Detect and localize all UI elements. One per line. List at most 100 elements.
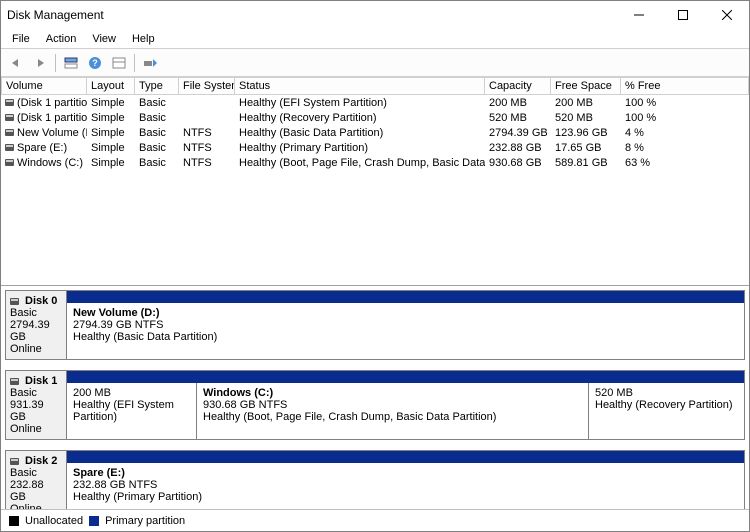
disk-state: Online: [10, 343, 62, 355]
disk-info[interactable]: Disk 0Basic2794.39 GBOnline: [5, 290, 67, 360]
disk-blocks: 200 MBHealthy (EFI System Partition)Wind…: [67, 370, 745, 440]
partition-status: Healthy (Recovery Partition): [595, 399, 738, 411]
cell-pct: 8 %: [621, 142, 749, 154]
disk-blocks: Spare (E:)232.88 GB NTFSHealthy (Primary…: [67, 450, 745, 509]
partition-title: Spare (E:): [73, 467, 651, 479]
settings-view-button[interactable]: [108, 52, 130, 74]
disk-type: Basic: [10, 387, 62, 399]
col-volume[interactable]: Volume: [1, 77, 87, 95]
cell-type: Basic: [135, 142, 179, 154]
disk-info[interactable]: Disk 2Basic232.88 GBOnline: [5, 450, 67, 509]
menu-file[interactable]: File: [5, 31, 37, 47]
cell-type: Basic: [135, 157, 179, 169]
menu-help[interactable]: Help: [125, 31, 162, 47]
disk-name: Disk 1: [25, 375, 57, 387]
partition-sub: 200 MB: [73, 387, 190, 399]
cell-type: Basic: [135, 97, 179, 109]
volume-icon: [5, 144, 14, 151]
cell-free: 200 MB: [551, 97, 621, 109]
disk-size: 931.39 GB: [10, 399, 62, 423]
menu-view[interactable]: View: [85, 31, 123, 47]
cell-capacity: 2794.39 GB: [485, 127, 551, 139]
col-filesystem[interactable]: File System: [179, 77, 235, 95]
cell-pct: 63 %: [621, 157, 749, 169]
close-button[interactable]: [705, 1, 749, 29]
col-status[interactable]: Status: [235, 77, 485, 95]
action-button[interactable]: [139, 52, 161, 74]
cell-type: Basic: [135, 112, 179, 124]
partition-block[interactable]: Windows (C:)930.68 GB NTFSHealthy (Boot,…: [197, 383, 589, 439]
cell-free: 123.96 GB: [551, 127, 621, 139]
menu-bar: File Action View Help: [1, 29, 749, 49]
cell-type: Basic: [135, 127, 179, 139]
disk-icon: [10, 298, 19, 305]
cell-capacity: 930.68 GB: [485, 157, 551, 169]
cell-status: Healthy (EFI System Partition): [235, 97, 485, 109]
back-button[interactable]: [5, 52, 27, 74]
volume-row[interactable]: New Volume (D:)SimpleBasicNTFSHealthy (B…: [1, 125, 749, 140]
cell-pct: 100 %: [621, 97, 749, 109]
cell-pct: 100 %: [621, 112, 749, 124]
disk-name: Disk 0: [25, 295, 57, 307]
volume-list: Volume Layout Type File System Status Ca…: [1, 77, 749, 286]
svg-text:?: ?: [92, 58, 98, 68]
cell-status: Healthy (Boot, Page File, Crash Dump, Ba…: [235, 157, 485, 169]
volume-list-header: Volume Layout Type File System Status Ca…: [1, 77, 749, 95]
volume-row[interactable]: (Disk 1 partition 1)SimpleBasic Healthy (…: [1, 95, 749, 110]
disk-type: Basic: [10, 467, 62, 479]
legend-swatch-unallocated: [9, 516, 19, 526]
cell-fs: NTFS: [179, 142, 235, 154]
maximize-button[interactable]: [661, 1, 705, 29]
menu-action[interactable]: Action: [39, 31, 84, 47]
col-pctfree[interactable]: % Free: [621, 77, 749, 95]
toolbar-separator: [55, 54, 56, 72]
col-capacity[interactable]: Capacity: [485, 77, 551, 95]
partition-sub: 930.68 GB NTFS: [203, 399, 582, 411]
minimize-button[interactable]: [617, 1, 661, 29]
graphical-view: Disk 0Basic2794.39 GBOnlineNew Volume (D…: [1, 286, 749, 509]
partition-block[interactable]: Spare (E:)232.88 GB NTFSHealthy (Primary…: [67, 463, 657, 509]
cell-volume: (Disk 1 partition 1): [1, 97, 87, 109]
disk-size: 2794.39 GB: [10, 319, 62, 343]
cell-capacity: 232.88 GB: [485, 142, 551, 154]
partition-sub: 2794.39 GB NTFS: [73, 319, 738, 331]
partition-block[interactable]: 200 MBHealthy (EFI System Partition): [67, 383, 197, 439]
cell-free: 520 MB: [551, 112, 621, 124]
title-bar[interactable]: Disk Management: [1, 1, 749, 29]
volume-icon: [5, 129, 14, 136]
partition-block[interactable]: 520 MBHealthy (Recovery Partition): [589, 383, 744, 439]
cell-volume: Windows (C:): [1, 157, 87, 169]
legend-label-unallocated: Unallocated: [25, 515, 83, 527]
legend-swatch-primary: [89, 516, 99, 526]
partition-block[interactable]: New Volume (D:)2794.39 GB NTFSHealthy (B…: [67, 303, 744, 359]
disk-info[interactable]: Disk 1Basic931.39 GBOnline: [5, 370, 67, 440]
cell-volume: New Volume (D:): [1, 127, 87, 139]
forward-button[interactable]: [29, 52, 51, 74]
disk-type: Basic: [10, 307, 62, 319]
cell-layout: Simple: [87, 127, 135, 139]
disk-row: Disk 2Basic232.88 GBOnlineSpare (E:)232.…: [5, 450, 745, 509]
partition-title: Windows (C:): [203, 387, 582, 399]
help-button[interactable]: ?: [84, 52, 106, 74]
view-top-button[interactable]: [60, 52, 82, 74]
cell-fs: NTFS: [179, 127, 235, 139]
cell-pct: 4 %: [621, 127, 749, 139]
col-free[interactable]: Free Space: [551, 77, 621, 95]
toolbar-separator: [134, 54, 135, 72]
disk-blocks: New Volume (D:)2794.39 GB NTFSHealthy (B…: [67, 290, 745, 360]
disk-icon: [10, 378, 19, 385]
disk-row: Disk 1Basic931.39 GBOnline200 MBHealthy …: [5, 370, 745, 440]
partition-bar: [67, 291, 744, 303]
cell-layout: Simple: [87, 112, 135, 124]
cell-layout: Simple: [87, 157, 135, 169]
col-type[interactable]: Type: [135, 77, 179, 95]
volume-row[interactable]: Windows (C:)SimpleBasicNTFSHealthy (Boot…: [1, 155, 749, 170]
cell-free: 17.65 GB: [551, 142, 621, 154]
volume-row[interactable]: Spare (E:)SimpleBasicNTFSHealthy (Primar…: [1, 140, 749, 155]
cell-layout: Simple: [87, 97, 135, 109]
disk-icon: [10, 458, 19, 465]
volume-icon: [5, 114, 14, 121]
partition-sub: 520 MB: [595, 387, 738, 399]
volume-row[interactable]: (Disk 1 partition 4)SimpleBasicHealthy (…: [1, 110, 749, 125]
col-layout[interactable]: Layout: [87, 77, 135, 95]
